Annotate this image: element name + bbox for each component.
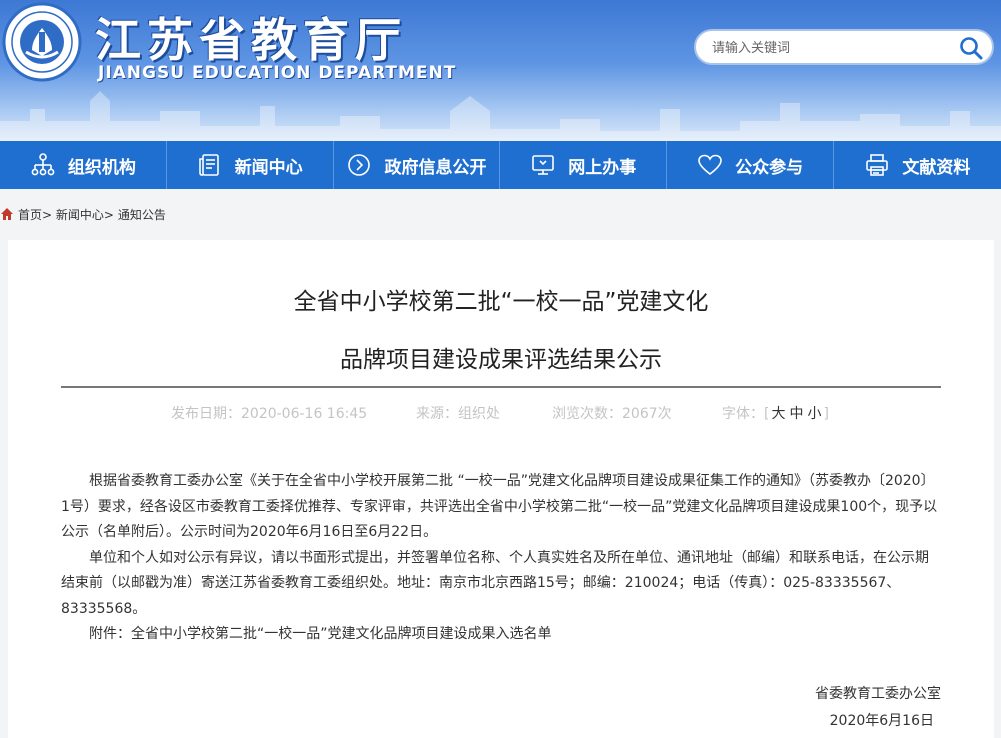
nav-item-info-disclosure[interactable]: 政府信息公开	[334, 141, 501, 189]
nav-label: 新闻中心	[234, 157, 303, 178]
nav-item-news[interactable]: 新闻中心	[167, 141, 334, 189]
font-size-control: 字体：[大中小]	[722, 403, 829, 423]
article-title-line1: 全省中小学校第二批“一校一品”党建文化	[293, 289, 709, 315]
breadcrumb-news-link[interactable]: 新闻中心	[56, 208, 104, 222]
font-small-button[interactable]: 小	[807, 406, 821, 422]
nav-item-public-participation[interactable]: 公众参与	[667, 141, 834, 189]
education-department-logo	[2, 2, 82, 82]
home-icon	[1, 208, 13, 220]
font-size-bracket: ]	[823, 406, 829, 422]
org-chart-icon	[31, 153, 55, 176]
breadcrumb-separator: >	[103, 207, 114, 222]
publish-date: 发布日期：2020-06-16 16:45	[171, 406, 368, 422]
site-subtitle: JIANGSU EDUCATION DEPARTMENT	[98, 63, 457, 83]
main-nav: 组织机构 新闻中心 政府信息公开 网上办事 公众参与 文献资料	[0, 141, 1001, 189]
info-disclosure-icon	[348, 154, 371, 176]
nav-label: 文献资料	[902, 157, 971, 178]
article-panel: 全省中小学校第二批“一校一品”党建文化 品牌项目建设成果评选结果公示 发布日期：…	[8, 240, 994, 738]
heart-icon	[698, 154, 722, 176]
news-icon	[198, 154, 219, 176]
search-icon[interactable]	[958, 35, 984, 61]
nav-label: 公众参与	[735, 157, 804, 178]
breadcrumb: 首页> 新闻中心> 通知公告	[0, 200, 166, 228]
breadcrumb-separator: >	[42, 207, 53, 222]
attachment-link[interactable]: 附件：全省中小学校第二批“一校一品”党建文化品牌项目建设成果入选名单	[61, 622, 941, 648]
city-skyline-decoration	[0, 91, 1001, 141]
view-count: 浏览次数：2067次	[552, 406, 672, 422]
nav-label: 政府信息公开	[384, 157, 487, 178]
monitor-icon	[532, 155, 555, 175]
site-title: 江苏省教育厅	[95, 13, 407, 67]
printer-icon	[866, 154, 889, 176]
font-medium-button[interactable]: 中	[789, 406, 803, 422]
nav-item-documents[interactable]: 文献资料	[834, 141, 1001, 189]
article-paragraph: 单位和个人如对公示有异议，请以书面形式提出，并签署单位名称、个人真实姓名及所在单…	[61, 549, 929, 617]
nav-label: 网上办事	[568, 157, 637, 178]
nav-item-organization[interactable]: 组织机构	[0, 141, 167, 189]
search-box	[694, 29, 994, 65]
article-body: 根据省委教育工委办公室《关于在全省中小学校开展第二批 “一校一品”党建文化品牌项…	[61, 469, 941, 648]
title-divider	[61, 386, 941, 388]
breadcrumb-notice-link[interactable]: 通知公告	[118, 208, 166, 222]
nav-item-online-services[interactable]: 网上办事	[500, 141, 668, 189]
nav-label: 组织机构	[67, 157, 136, 178]
signature-date: 2020年6月16日	[829, 713, 934, 729]
breadcrumb-home-link[interactable]: 首页	[18, 208, 42, 222]
article-title-line2: 品牌项目建设成果评选结果公示	[340, 347, 662, 373]
site-header: 江苏省教育厅 JIANGSU EDUCATION DEPARTMENT	[0, 0, 1001, 141]
article-paragraph: 根据省委教育工委办公室《关于在全省中小学校开展第二批 “一校一品”党建文化品牌项…	[61, 473, 938, 540]
article-source: 来源：组织处	[416, 406, 500, 422]
signature-organization: 省委教育工委办公室	[815, 686, 941, 702]
font-large-button[interactable]: 大	[771, 406, 785, 422]
font-size-label: 字体：[	[722, 406, 770, 422]
search-input[interactable]	[710, 31, 954, 65]
